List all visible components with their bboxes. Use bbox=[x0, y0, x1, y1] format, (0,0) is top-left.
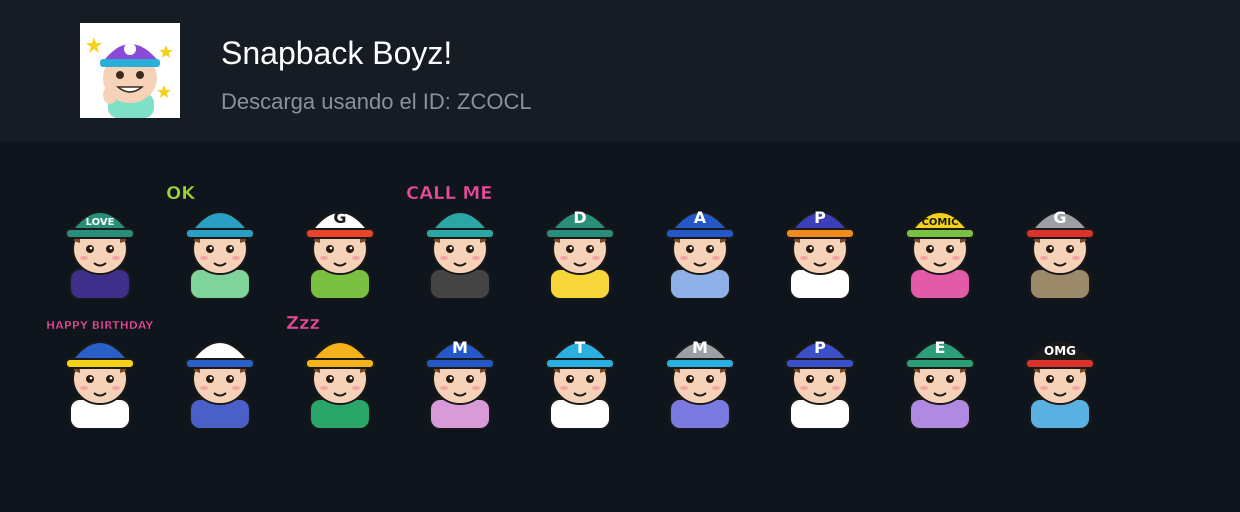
pack-thumbnail[interactable] bbox=[80, 23, 180, 118]
cap-letter: G bbox=[333, 208, 346, 227]
sticker-image: COMIC bbox=[905, 211, 975, 299]
sticker[interactable]: HAPPY BIRTHDAY bbox=[40, 311, 160, 429]
sticker[interactable]: E bbox=[880, 311, 1000, 429]
sticker[interactable]: G bbox=[280, 181, 400, 299]
pack-thumbnail-image bbox=[86, 37, 173, 118]
sticker-image: OMG bbox=[1025, 341, 1095, 429]
sticker[interactable]: COMIC bbox=[880, 181, 1000, 299]
cap-letter: P bbox=[814, 338, 826, 357]
sticker[interactable]: Zzz bbox=[280, 311, 400, 429]
cap-letter: T bbox=[575, 338, 586, 357]
cap-letter: E bbox=[935, 338, 946, 357]
sticker-image: P bbox=[785, 338, 855, 429]
sticker-image: M bbox=[425, 338, 495, 429]
pack-header: Snapback Boyz! Descarga usando el ID: ZC… bbox=[0, 0, 1240, 141]
cap-letter: P bbox=[814, 208, 826, 227]
pack-title: Snapback Boyz! bbox=[221, 35, 453, 71]
sticker-image: A bbox=[665, 208, 735, 299]
sticker-caption: OK bbox=[166, 183, 196, 204]
sticker[interactable]: A bbox=[640, 181, 760, 299]
sticker-image: CALL ME bbox=[406, 183, 495, 299]
sticker-image: LOVE bbox=[65, 211, 135, 299]
sticker[interactable]: G bbox=[1000, 181, 1120, 299]
cap-letter: M bbox=[452, 338, 468, 357]
sticker[interactable]: M bbox=[400, 311, 520, 429]
sticker-caption: Zzz bbox=[286, 313, 320, 334]
sticker[interactable]: M bbox=[640, 311, 760, 429]
cap-letter: LOVE bbox=[86, 217, 115, 228]
sticker-image: HAPPY BIRTHDAY bbox=[46, 319, 155, 429]
sticker-image: D bbox=[545, 208, 615, 299]
sticker[interactable] bbox=[160, 311, 280, 429]
sticker-image: G bbox=[1025, 208, 1095, 299]
sticker[interactable]: OK bbox=[160, 181, 280, 299]
sticker-caption: CALL ME bbox=[406, 183, 493, 204]
sticker-image: M bbox=[665, 338, 735, 429]
sticker-caption: HAPPY BIRTHDAY bbox=[46, 319, 154, 332]
sticker[interactable]: D bbox=[520, 181, 640, 299]
sticker-grid: LOVE OK G CALL ME D A P COMIC G HAPPY BIRTHDAY Zzz… bbox=[0, 141, 1240, 512]
cap-letter: A bbox=[694, 208, 707, 227]
sticker-image: OK bbox=[166, 183, 255, 299]
sticker-image: G bbox=[305, 208, 375, 299]
sticker[interactable]: P bbox=[760, 181, 880, 299]
sticker-image: T bbox=[545, 338, 615, 429]
sticker[interactable]: T bbox=[520, 311, 640, 429]
pack-download-id: Descarga usando el ID: ZCOCL bbox=[221, 89, 532, 114]
cap-letter: M bbox=[692, 338, 708, 357]
sticker-image: E bbox=[905, 338, 975, 429]
cap-letter: OMG bbox=[1044, 344, 1076, 358]
sticker-image: P bbox=[785, 208, 855, 299]
sticker[interactable]: CALL ME bbox=[400, 181, 520, 299]
sticker[interactable]: OMG bbox=[1000, 311, 1120, 429]
sticker[interactable]: P bbox=[760, 311, 880, 429]
sticker-image bbox=[185, 341, 255, 429]
cap-letter: D bbox=[573, 208, 586, 227]
sticker[interactable]: LOVE bbox=[40, 181, 160, 299]
cap-letter: COMIC bbox=[922, 217, 959, 228]
cap-letter: G bbox=[1053, 208, 1066, 227]
sticker-image: Zzz bbox=[286, 313, 375, 429]
